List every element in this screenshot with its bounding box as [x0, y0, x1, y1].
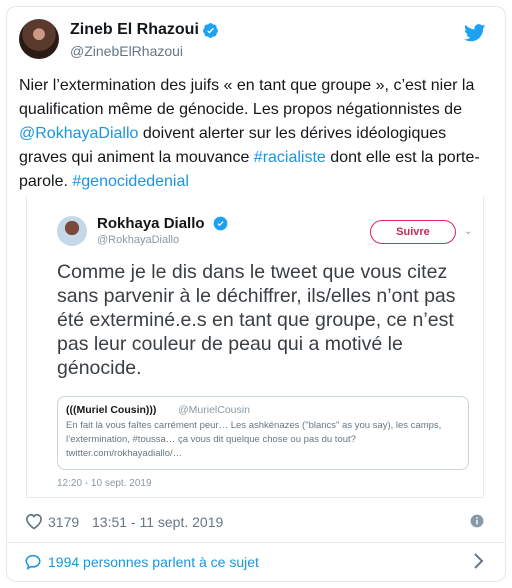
divider: [6, 542, 506, 543]
author-name[interactable]: Zineb El Rhazoui: [70, 21, 199, 39]
follow-button: Suivre: [370, 220, 456, 244]
tweet-text-part: Nier l’extermination des juifs « en tant…: [19, 77, 475, 118]
embedded-author-name: Rokhaya Diallo: [97, 215, 205, 232]
tweet-timestamp[interactable]: 13:51 - 11 sept. 2019: [92, 514, 223, 530]
like-count[interactable]: 3179: [48, 514, 79, 530]
author-avatar[interactable]: [19, 19, 59, 59]
chevron-down-icon: ⌄: [464, 226, 473, 237]
quoted-author-handle: @MurielCousin: [178, 404, 250, 416]
heart-icon[interactable]: [24, 511, 44, 531]
embedded-author-handle: @RokhayaDiallo: [97, 234, 180, 246]
speech-bubble-icon[interactable]: [24, 553, 42, 571]
hashtag-link[interactable]: #racialiste: [254, 149, 326, 166]
tweet-text: Nier l’extermination des juifs « en tant…: [19, 74, 485, 194]
embedded-tweet-image[interactable]: Rokhaya Diallo @RokhayaDiallo Suivre ⌄ C…: [26, 196, 484, 498]
embedded-author-avatar: [57, 216, 87, 246]
embedded-tweet-text: Comme je le dis dans le tweet que vous c…: [57, 261, 456, 379]
twitter-bird-icon[interactable]: [464, 24, 486, 42]
verified-badge-icon: [213, 216, 228, 231]
chevron-right-icon[interactable]: [472, 552, 484, 570]
embedded-timestamp: 12:20 - 10 sept. 2019: [57, 478, 152, 489]
quoted-tweet-text: En fait là vous faîtes carrément peur… L…: [66, 420, 442, 459]
author-handle[interactable]: @ZinebElRhazoui: [70, 43, 183, 59]
conversation-link[interactable]: 1994 personnes parlent à ce sujet: [48, 554, 259, 570]
quoted-author-name: (((Muriel Cousin))): [66, 404, 157, 416]
verified-badge-icon: [203, 23, 218, 38]
quoted-tweet: (((Muriel Cousin))) @MurielCousin En fai…: [57, 396, 469, 470]
info-icon[interactable]: [470, 514, 484, 528]
hashtag-link[interactable]: #genocidedenial: [72, 173, 189, 190]
mention-link[interactable]: @RokhayaDiallo: [19, 125, 138, 142]
